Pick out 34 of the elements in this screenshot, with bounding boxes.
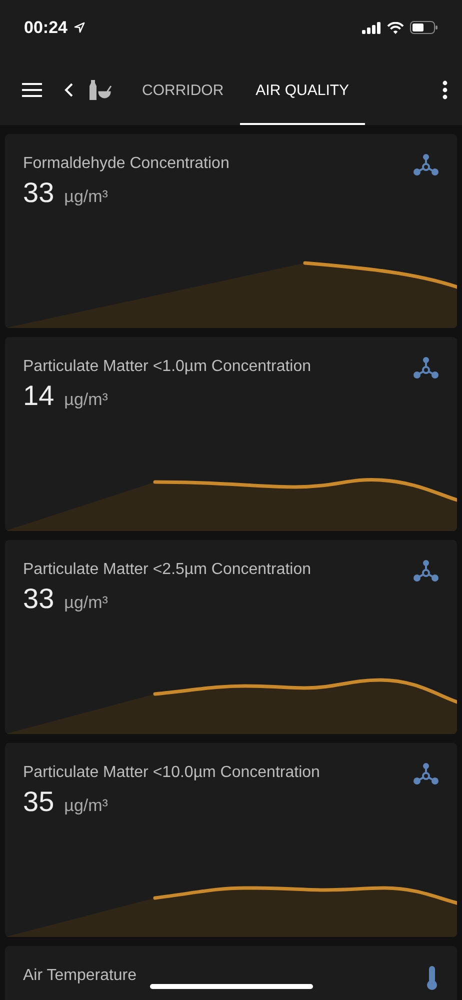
sensor-value: 33 [23, 583, 54, 615]
card-title: Air Temperature [23, 967, 137, 985]
unit-label: µg/m³ [64, 593, 108, 613]
sensor-value: 35 [23, 786, 54, 818]
bottle-and-bowl-icon[interactable] [88, 78, 112, 102]
sensor-value: 33 [23, 177, 54, 209]
sensor-card[interactable]: Particulate Matter <2.5µm Concentration 33 µg/m³ [5, 540, 457, 734]
card-title: Formaldehyde Concentration [23, 155, 230, 173]
sensor-card[interactable]: Formaldehyde Concentration 33 µg/m³ [5, 134, 457, 328]
tab[interactable]: AIR QUALITY [240, 55, 366, 125]
clock-time: 00:24 [24, 18, 68, 38]
more-options-icon[interactable] [442, 80, 448, 100]
thermometer-icon [425, 965, 439, 991]
unit-label: µg/m³ [64, 796, 108, 816]
back-chevron-icon[interactable] [64, 83, 74, 97]
molecule-icon [413, 559, 439, 583]
sensor-value: 14 [23, 380, 54, 412]
molecule-icon [413, 762, 439, 786]
unit-label: µg/m³ [64, 187, 108, 207]
card-title: Particulate Matter <1.0µm Concentration [23, 358, 312, 376]
sensor-card[interactable]: Air Temperature [5, 946, 457, 1000]
card-title: Particulate Matter <10.0µm Concentration [23, 764, 320, 782]
menu-icon[interactable] [22, 82, 42, 98]
signal-icon [362, 22, 381, 34]
sensor-card[interactable]: Particulate Matter <10.0µm Concentration 35 µg/m³ [5, 743, 457, 937]
wifi-icon [387, 22, 404, 34]
molecule-icon [413, 356, 439, 380]
unit-label: µg/m³ [64, 390, 108, 410]
battery-icon [410, 21, 438, 34]
card-title: Particulate Matter <2.5µm Concentration [23, 561, 312, 579]
tab[interactable]: CORRIDOR [126, 55, 240, 125]
sensor-card[interactable]: Particulate Matter <1.0µm Concentration 14 µg/m³ [5, 337, 457, 531]
location-arrow-icon [74, 22, 86, 33]
molecule-icon [413, 153, 439, 177]
